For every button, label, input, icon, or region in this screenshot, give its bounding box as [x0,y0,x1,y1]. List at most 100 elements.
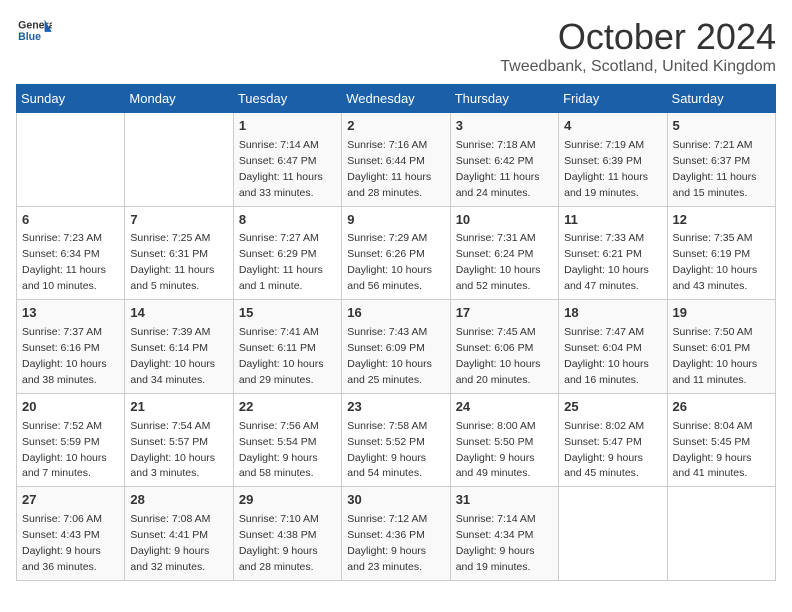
day-info: Sunrise: 7:12 AM Sunset: 4:36 PM Dayligh… [347,513,427,573]
day-number: 21 [130,398,227,417]
calendar-cell: 25 Sunrise: 8:02 AM Sunset: 5:47 PM Dayli… [559,393,667,487]
day-info: Sunrise: 7:25 AM Sunset: 6:31 PM Dayligh… [130,232,214,292]
day-number: 24 [456,398,553,417]
calendar-cell [559,487,667,581]
calendar-cell: 19 Sunrise: 7:50 AM Sunset: 6:01 PM Dayli… [667,300,775,394]
calendar-cell: 27 Sunrise: 7:06 AM Sunset: 4:43 PM Dayli… [17,487,125,581]
day-number: 25 [564,398,661,417]
column-header-tuesday: Tuesday [233,85,341,113]
day-info: Sunrise: 7:19 AM Sunset: 6:39 PM Dayligh… [564,139,648,199]
day-info: Sunrise: 7:50 AM Sunset: 6:01 PM Dayligh… [673,326,758,386]
column-header-friday: Friday [559,85,667,113]
day-info: Sunrise: 7:56 AM Sunset: 5:54 PM Dayligh… [239,420,319,480]
calendar-cell: 2 Sunrise: 7:16 AM Sunset: 6:44 PM Daylig… [342,113,450,207]
page-header: General Blue October 2024 Tweedbank, Sco… [16,16,776,76]
day-info: Sunrise: 7:37 AM Sunset: 6:16 PM Dayligh… [22,326,107,386]
day-number: 7 [130,211,227,230]
title-block: October 2024 Tweedbank, Scotland, United… [500,16,776,76]
calendar-cell: 1 Sunrise: 7:14 AM Sunset: 6:47 PM Daylig… [233,113,341,207]
calendar-cell: 7 Sunrise: 7:25 AM Sunset: 6:31 PM Daylig… [125,206,233,300]
calendar-cell: 15Sunrise: 7:41 AM Sunset: 6:11 PM Dayli… [233,300,341,394]
day-info: Sunrise: 7:33 AM Sunset: 6:21 PM Dayligh… [564,232,649,292]
calendar-table: SundayMondayTuesdayWednesdayThursdayFrid… [16,84,776,581]
day-info: Sunrise: 7:06 AM Sunset: 4:43 PM Dayligh… [22,513,102,573]
column-header-sunday: Sunday [17,85,125,113]
calendar-cell: 3 Sunrise: 7:18 AM Sunset: 6:42 PM Daylig… [450,113,558,207]
day-number: 5 [673,117,770,136]
calendar-cell: 5 Sunrise: 7:21 AM Sunset: 6:37 PM Daylig… [667,113,775,207]
column-header-monday: Monday [125,85,233,113]
calendar-cell: 22 Sunrise: 7:56 AM Sunset: 5:54 PM Dayli… [233,393,341,487]
day-number: 9 [347,211,444,230]
day-number: 2 [347,117,444,136]
day-number: 14 [130,304,227,323]
day-info: Sunrise: 7:18 AM Sunset: 6:42 PM Dayligh… [456,139,540,199]
day-info: Sunrise: 7:54 AM Sunset: 5:57 PM Dayligh… [130,420,215,480]
day-info: Sunrise: 8:04 AM Sunset: 5:45 PM Dayligh… [673,420,753,480]
day-number: 6 [22,211,119,230]
day-info: Sunrise: 7:23 AM Sunset: 6:34 PM Dayligh… [22,232,106,292]
logo: General Blue [16,16,52,46]
day-number: 26 [673,398,770,417]
day-info: Sunrise: 7:31 AM Sunset: 6:24 PM Dayligh… [456,232,541,292]
calendar-cell: 20 Sunrise: 7:52 AM Sunset: 5:59 PM Dayli… [17,393,125,487]
day-number: 3 [456,117,553,136]
day-number: 19 [673,304,770,323]
day-info: Sunrise: 7:39 AM Sunset: 6:14 PM Dayligh… [130,326,215,386]
calendar-cell: 14 Sunrise: 7:39 AM Sunset: 6:14 PM Dayli… [125,300,233,394]
calendar-cell: 29Sunrise: 7:10 AM Sunset: 4:38 PM Dayli… [233,487,341,581]
day-info: Sunrise: 7:29 AM Sunset: 6:26 PM Dayligh… [347,232,432,292]
day-info: Sunrise: 7:52 AM Sunset: 5:59 PM Dayligh… [22,420,107,480]
day-number: 10 [456,211,553,230]
day-number: 22 [239,398,336,417]
calendar-cell: 16Sunrise: 7:43 AM Sunset: 6:09 PM Dayli… [342,300,450,394]
calendar-cell: 12 Sunrise: 7:35 AM Sunset: 6:19 PM Dayli… [667,206,775,300]
day-info: Sunrise: 7:27 AM Sunset: 6:29 PM Dayligh… [239,232,323,292]
day-number: 1 [239,117,336,136]
column-header-wednesday: Wednesday [342,85,450,113]
day-info: Sunrise: 7:58 AM Sunset: 5:52 PM Dayligh… [347,420,427,480]
day-info: Sunrise: 8:02 AM Sunset: 5:47 PM Dayligh… [564,420,644,480]
day-info: Sunrise: 7:14 AM Sunset: 6:47 PM Dayligh… [239,139,323,199]
column-header-thursday: Thursday [450,85,558,113]
day-info: Sunrise: 7:08 AM Sunset: 4:41 PM Dayligh… [130,513,210,573]
calendar-cell: 9 Sunrise: 7:29 AM Sunset: 6:26 PM Daylig… [342,206,450,300]
day-info: Sunrise: 8:00 AM Sunset: 5:50 PM Dayligh… [456,420,536,480]
day-number: 30 [347,491,444,510]
calendar-cell: 24 Sunrise: 8:00 AM Sunset: 5:50 PM Dayli… [450,393,558,487]
calendar-cell: 18 Sunrise: 7:47 AM Sunset: 6:04 PM Dayli… [559,300,667,394]
calendar-cell: 4 Sunrise: 7:19 AM Sunset: 6:39 PM Daylig… [559,113,667,207]
day-info: Sunrise: 7:41 AM Sunset: 6:11 PM Dayligh… [239,326,324,386]
day-number: 18 [564,304,661,323]
day-number: 29 [239,491,336,510]
calendar-cell: 31Sunrise: 7:14 AM Sunset: 4:34 PM Dayli… [450,487,558,581]
day-info: Sunrise: 7:35 AM Sunset: 6:19 PM Dayligh… [673,232,758,292]
calendar-cell: 30 Sunrise: 7:12 AM Sunset: 4:36 PM Dayli… [342,487,450,581]
day-number: 20 [22,398,119,417]
calendar-cell: 28 Sunrise: 7:08 AM Sunset: 4:41 PM Dayli… [125,487,233,581]
day-info: Sunrise: 7:47 AM Sunset: 6:04 PM Dayligh… [564,326,649,386]
day-number: 16 [347,304,444,323]
calendar-cell: 21 Sunrise: 7:54 AM Sunset: 5:57 PM Dayli… [125,393,233,487]
calendar-cell: 23Sunrise: 7:58 AM Sunset: 5:52 PM Dayli… [342,393,450,487]
calendar-cell: 10 Sunrise: 7:31 AM Sunset: 6:24 PM Dayli… [450,206,558,300]
location-subtitle: Tweedbank, Scotland, United Kingdom [500,58,776,76]
calendar-cell: 6 Sunrise: 7:23 AM Sunset: 6:34 PM Daylig… [17,206,125,300]
day-info: Sunrise: 7:21 AM Sunset: 6:37 PM Dayligh… [673,139,757,199]
day-info: Sunrise: 7:14 AM Sunset: 4:34 PM Dayligh… [456,513,536,573]
day-number: 12 [673,211,770,230]
day-number: 28 [130,491,227,510]
day-number: 27 [22,491,119,510]
svg-text:Blue: Blue [18,31,41,43]
calendar-cell: 11 Sunrise: 7:33 AM Sunset: 6:21 PM Dayli… [559,206,667,300]
day-number: 11 [564,211,661,230]
month-title: October 2024 [500,16,776,58]
calendar-cell [125,113,233,207]
calendar-cell [17,113,125,207]
day-number: 17 [456,304,553,323]
day-info: Sunrise: 7:16 AM Sunset: 6:44 PM Dayligh… [347,139,431,199]
calendar-cell: 17 Sunrise: 7:45 AM Sunset: 6:06 PM Dayli… [450,300,558,394]
column-header-saturday: Saturday [667,85,775,113]
day-number: 4 [564,117,661,136]
day-info: Sunrise: 7:45 AM Sunset: 6:06 PM Dayligh… [456,326,541,386]
